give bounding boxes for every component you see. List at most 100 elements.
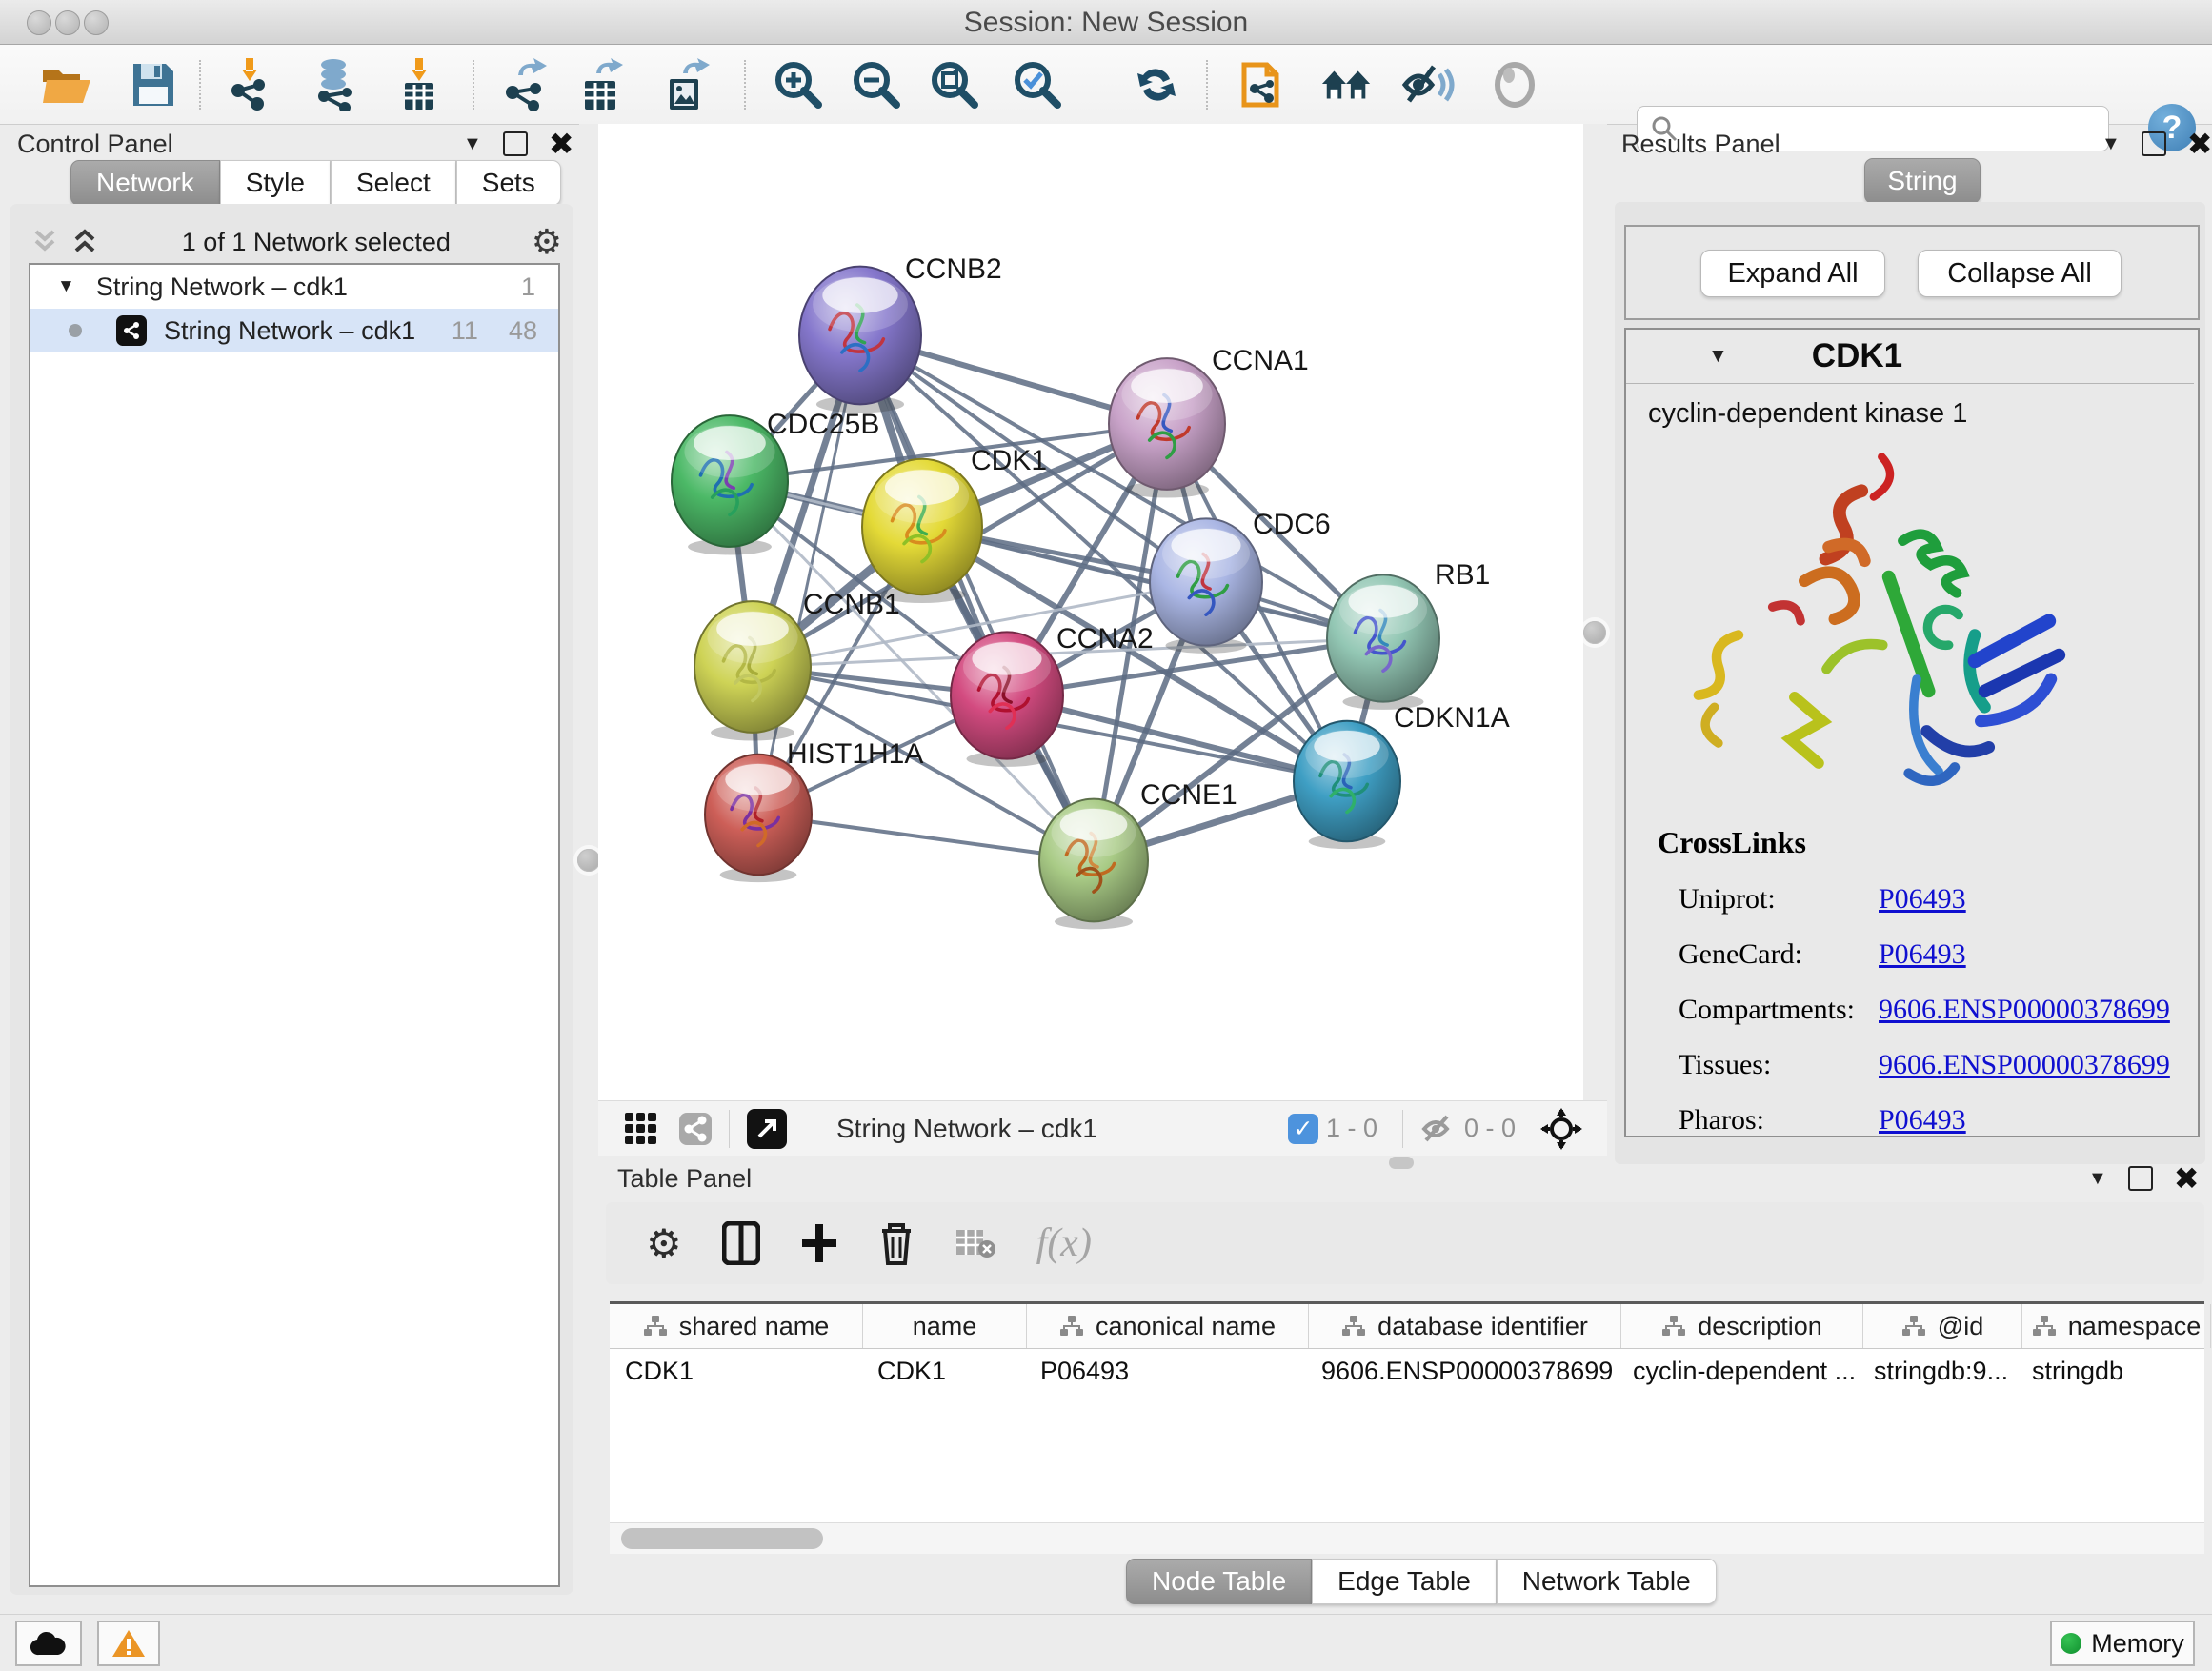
crosslink-value-link[interactable]: P06493 bbox=[1879, 883, 1966, 916]
crosslink-value-link[interactable]: 9606.ENSP00000378699 bbox=[1879, 1049, 2170, 1081]
crosslink-value-link[interactable]: P06493 bbox=[1879, 1104, 1966, 1137]
control-panel-title: Control Panel bbox=[17, 130, 173, 159]
open-session-icon[interactable] bbox=[40, 58, 93, 111]
network-group-label: String Network – cdk1 bbox=[96, 272, 348, 302]
tree-expand-icon[interactable]: ▼ bbox=[57, 276, 75, 297]
panel-menu-icon[interactable]: ▼ bbox=[2101, 133, 2121, 155]
network-node-CDKN1A[interactable] bbox=[1294, 721, 1400, 849]
column-header-canonical-name[interactable]: canonical name bbox=[1027, 1304, 1309, 1348]
network-node-CCNB1[interactable] bbox=[694, 601, 811, 740]
crosslink-value-link[interactable]: 9606.ENSP00000378699 bbox=[1879, 994, 2170, 1026]
left-splitter[interactable] bbox=[579, 124, 598, 1100]
import-network-file-icon[interactable] bbox=[223, 58, 276, 111]
warnings-button[interactable] bbox=[97, 1621, 160, 1666]
memory-button[interactable]: Memory bbox=[2050, 1621, 2195, 1666]
network-node-CCNA1[interactable] bbox=[1109, 358, 1225, 497]
table-panel-buttons: ▼ ✖ bbox=[2088, 1166, 2200, 1191]
import-network-database-icon[interactable] bbox=[309, 58, 362, 111]
results-node-header[interactable]: ▼ CDK1 bbox=[1626, 330, 2194, 384]
collapse-all-button[interactable]: Collapse All bbox=[1918, 250, 2122, 297]
control-panel-tabs: NetworkStyleSelectSets bbox=[70, 160, 561, 206]
node-table[interactable]: shared namenamecanonical namedatabase id… bbox=[610, 1301, 2204, 1539]
grid-view-icon[interactable] bbox=[625, 1113, 656, 1144]
scrollbar-thumb[interactable] bbox=[621, 1528, 823, 1549]
tab-string[interactable]: String bbox=[1864, 158, 1981, 204]
column-header-description[interactable]: description bbox=[1621, 1304, 1863, 1348]
export-network-icon[interactable] bbox=[499, 58, 553, 111]
section-collapse-icon[interactable]: ▼ bbox=[1708, 345, 1728, 368]
protein-structure-image bbox=[1672, 429, 2081, 819]
tab-node-table[interactable]: Node Table bbox=[1126, 1559, 1312, 1604]
collapse-all-icon[interactable] bbox=[29, 228, 61, 256]
zoom-out-icon[interactable] bbox=[850, 58, 903, 111]
column-header--id[interactable]: @id bbox=[1863, 1304, 2022, 1348]
network-row-selected[interactable]: String Network – cdk1 11 48 bbox=[30, 309, 558, 352]
table-horizontal-scrollbar[interactable] bbox=[610, 1522, 2204, 1554]
table-cell: stringdb bbox=[2017, 1357, 2204, 1386]
hidden-eye-icon[interactable] bbox=[1420, 1114, 1457, 1144]
document-share-icon[interactable] bbox=[1237, 58, 1291, 111]
network-node-CCNE1[interactable] bbox=[1039, 799, 1148, 930]
network-node-HIST1H1A[interactable] bbox=[705, 755, 812, 882]
export-table-icon[interactable] bbox=[576, 58, 630, 111]
network-node-CCNA2[interactable] bbox=[951, 632, 1063, 767]
tab-sets[interactable]: Sets bbox=[456, 160, 561, 206]
application-window: Session: New Session bbox=[0, 0, 2212, 1671]
network-node-RB1[interactable] bbox=[1327, 574, 1439, 710]
zoom-selected-icon[interactable] bbox=[1011, 58, 1064, 111]
control-panel-buttons: ▼ ✖ bbox=[463, 131, 574, 156]
create-column-icon[interactable] bbox=[800, 1222, 838, 1264]
birds-eye-view-icon[interactable] bbox=[747, 1109, 787, 1149]
network-group-row[interactable]: ▼ String Network – cdk1 1 bbox=[30, 265, 558, 309]
node-label-RB1: RB1 bbox=[1435, 559, 1490, 591]
home-networks-icon[interactable] bbox=[1320, 58, 1374, 111]
tab-network-table[interactable]: Network Table bbox=[1497, 1559, 1717, 1604]
network-node-CDC6[interactable] bbox=[1150, 518, 1262, 654]
network-options-gear-icon[interactable]: ⚙ bbox=[532, 222, 562, 262]
panel-menu-icon[interactable]: ▼ bbox=[463, 133, 482, 155]
refresh-icon[interactable] bbox=[1130, 58, 1183, 111]
panel-close-icon[interactable]: ✖ bbox=[2174, 1168, 2200, 1189]
delete-column-icon[interactable] bbox=[878, 1221, 915, 1265]
fit-selected-crosshair-icon[interactable] bbox=[1540, 1108, 1582, 1150]
panel-menu-icon[interactable]: ▼ bbox=[2088, 1168, 2107, 1190]
network-canvas[interactable]: CCNB2CCNA1CDC25BCDK1CDC6RB1CCNB1CCNA2CDK… bbox=[598, 124, 1583, 1100]
panel-float-icon[interactable] bbox=[503, 131, 528, 156]
column-header-shared-name[interactable]: shared name bbox=[610, 1304, 863, 1348]
tab-style[interactable]: Style bbox=[220, 160, 331, 206]
right-splitter-handle[interactable] bbox=[1583, 621, 1606, 644]
crosslink-value-link[interactable]: P06493 bbox=[1879, 938, 1966, 971]
export-image-icon[interactable] bbox=[661, 58, 714, 111]
column-header-name[interactable]: name bbox=[863, 1304, 1027, 1348]
expand-all-icon[interactable] bbox=[69, 228, 101, 256]
column-header-namespace[interactable]: namespace bbox=[2022, 1304, 2211, 1348]
tab-select[interactable]: Select bbox=[331, 160, 456, 206]
hide-graphics-details-icon[interactable] bbox=[1401, 58, 1455, 111]
panel-float-icon[interactable] bbox=[2142, 131, 2166, 156]
panel-float-icon[interactable] bbox=[2128, 1166, 2153, 1191]
network-node-CDK1[interactable] bbox=[862, 459, 982, 603]
import-table-file-icon[interactable] bbox=[392, 58, 446, 111]
panel-close-icon[interactable]: ✖ bbox=[2187, 133, 2212, 154]
show-columns-icon[interactable] bbox=[722, 1221, 760, 1265]
panel-close-icon[interactable]: ✖ bbox=[549, 133, 574, 154]
toolbar-divider bbox=[199, 60, 201, 110]
tab-network[interactable]: Network bbox=[70, 160, 220, 206]
tab-edge-table[interactable]: Edge Table bbox=[1312, 1559, 1497, 1604]
right-splitter[interactable] bbox=[1583, 124, 1607, 1100]
table-settings-gear-icon[interactable]: ⚙ bbox=[646, 1220, 682, 1267]
table-tabs: Node TableEdge TableNetwork Table bbox=[1126, 1559, 1717, 1604]
network-node-CCNB2[interactable] bbox=[799, 267, 921, 413]
cloud-button[interactable] bbox=[15, 1621, 82, 1666]
zoom-fit-icon[interactable] bbox=[928, 58, 981, 111]
column-header-database-identifier[interactable]: database identifier bbox=[1309, 1304, 1621, 1348]
horizontal-splitter-handle[interactable] bbox=[1389, 1157, 1414, 1169]
expand-all-button[interactable]: Expand All bbox=[1700, 250, 1885, 297]
share-view-icon[interactable] bbox=[679, 1113, 712, 1145]
save-session-icon[interactable] bbox=[127, 58, 180, 111]
left-splitter-handle[interactable] bbox=[577, 849, 600, 872]
table-row[interactable]: CDK1CDK1P064939606.ENSP00000378699cyclin… bbox=[610, 1349, 2204, 1393]
zoom-in-icon[interactable] bbox=[772, 58, 825, 111]
selected-checkbox-icon[interactable]: ✓ bbox=[1288, 1114, 1318, 1144]
network-view-title: String Network – cdk1 bbox=[836, 1114, 1097, 1144]
